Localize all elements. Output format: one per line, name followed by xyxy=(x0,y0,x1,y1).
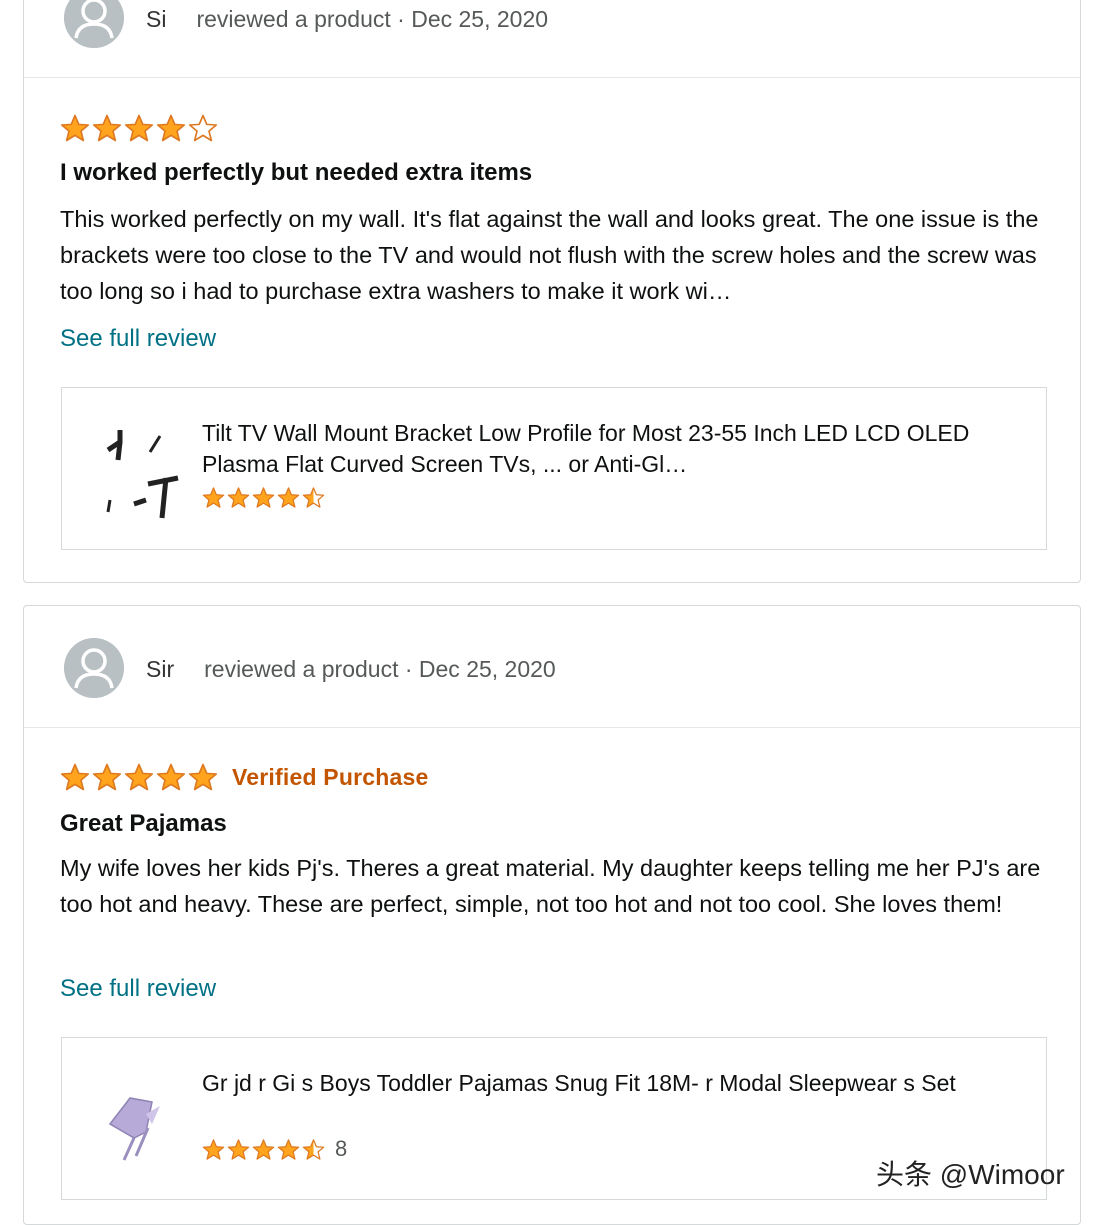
star-filled-icon xyxy=(277,1138,300,1160)
product-rating-count[interactable]: 8 xyxy=(335,1136,347,1162)
star-filled-icon xyxy=(156,114,186,142)
star-filled-icon xyxy=(124,114,154,142)
watermark: 头条 @Wimoor xyxy=(876,1159,1065,1190)
star-filled-icon xyxy=(92,763,122,791)
star-filled-icon xyxy=(227,1138,250,1160)
review-card: Si reviewed a product · Dec 25, 2020 I wo… xyxy=(23,0,1081,583)
reviewed-date: reviewed a product · Dec 25, 2020 xyxy=(196,6,549,32)
review-header: Si reviewed a product · Dec 25, 2020 xyxy=(24,0,1080,78)
reviewed-date: reviewed a product · Dec 25, 2020 xyxy=(204,656,556,682)
star-filled-icon xyxy=(60,763,90,791)
review-card: Sir reviewed a product · Dec 25, 2020 Ver… xyxy=(23,605,1081,1225)
star-filled-icon xyxy=(252,487,275,508)
tv-mount-bracket-icon xyxy=(106,430,179,519)
star-half-icon xyxy=(302,1138,325,1160)
star-filled-icon xyxy=(252,1138,275,1160)
star-half-icon xyxy=(302,487,325,508)
product-title[interactable]: Gr jd r Gi s Boys Toddler Pajamas Snug F… xyxy=(202,1068,1022,1099)
star-filled-icon xyxy=(156,763,186,791)
star-filled-icon xyxy=(188,763,218,791)
review-rating-row xyxy=(60,113,232,143)
see-full-review-link[interactable]: See full review xyxy=(60,325,216,353)
see-full-review-link[interactable]: See full review xyxy=(60,975,216,1003)
reviewer-line: Sir reviewed a product · Dec 25, 2020 xyxy=(146,656,556,683)
review-body: My wife loves her kids Pj's. Theres a gr… xyxy=(60,855,1041,917)
review-rating-row: Verified Purchase xyxy=(60,762,428,792)
product-card[interactable]: Tilt TV Wall Mount Bracket Low Profile f… xyxy=(61,387,1047,550)
star-filled-icon xyxy=(124,763,154,791)
reviewer-name[interactable]: Si xyxy=(146,6,166,32)
product-title[interactable]: Tilt TV Wall Mount Bracket Low Profile f… xyxy=(202,418,1022,480)
review-body: This worked perfectly on my wall. It's f… xyxy=(60,206,1039,304)
star-rating xyxy=(60,113,218,143)
reviewer-name[interactable]: Sir xyxy=(146,656,174,682)
product-rating xyxy=(202,486,335,509)
star-filled-icon xyxy=(92,114,122,142)
user-silhouette-icon xyxy=(64,638,124,698)
pajamas-icon xyxy=(108,1097,160,1161)
product-star-rating xyxy=(202,1138,325,1161)
product-rating: 8 xyxy=(202,1136,347,1162)
product-star-rating xyxy=(202,486,325,509)
user-silhouette-icon xyxy=(64,0,124,48)
reviewer-line: Si reviewed a product · Dec 25, 2020 xyxy=(146,6,548,33)
star-filled-icon xyxy=(60,114,90,142)
star-empty-icon xyxy=(188,114,218,142)
verified-purchase-badge: Verified Purchase xyxy=(232,763,429,790)
star-filled-icon xyxy=(202,487,225,508)
star-rating xyxy=(60,762,218,792)
review-header: Sir reviewed a product · Dec 25, 2020 xyxy=(24,606,1080,728)
star-filled-icon xyxy=(277,487,300,508)
star-filled-icon xyxy=(227,487,250,508)
avatar[interactable] xyxy=(64,0,124,48)
avatar[interactable] xyxy=(64,638,124,698)
review-title[interactable]: Great Pajamas xyxy=(60,810,227,838)
review-title[interactable]: I worked perfectly but needed extra item… xyxy=(60,159,532,187)
star-filled-icon xyxy=(202,1138,225,1160)
